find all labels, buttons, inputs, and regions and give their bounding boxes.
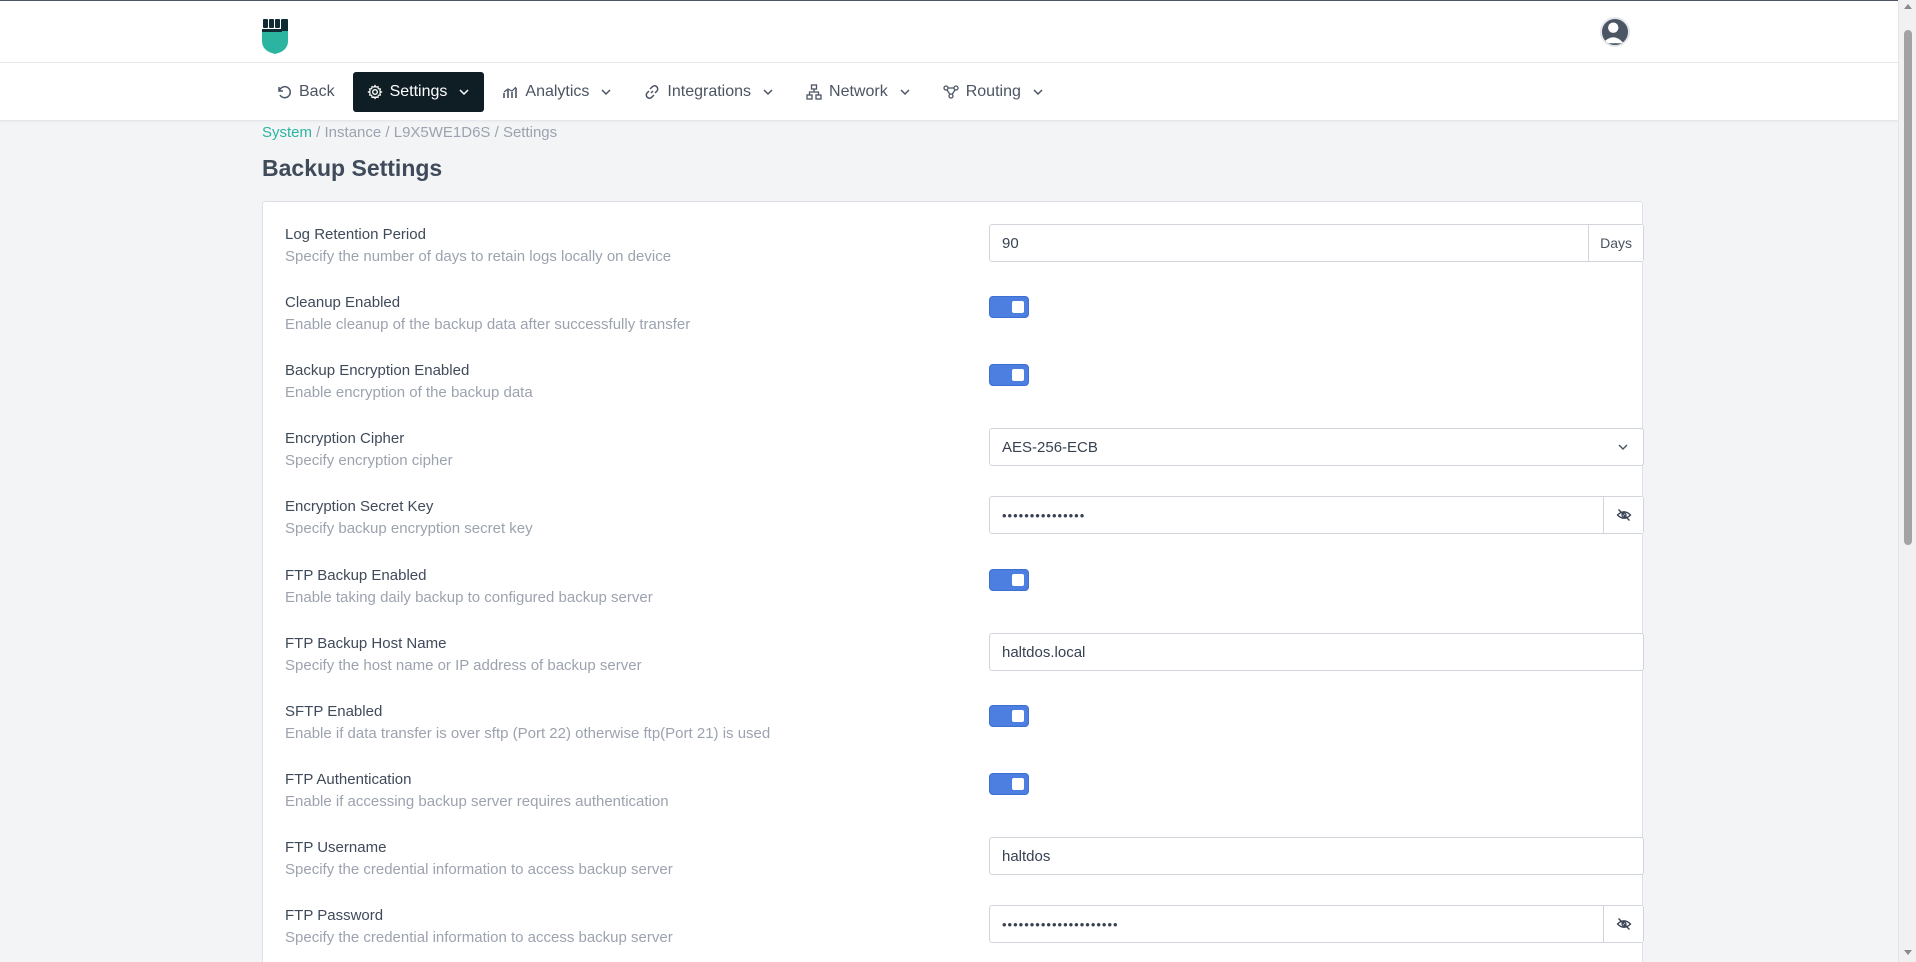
main-nav: Back Settings Analytics Integrations Net…	[0, 63, 1898, 121]
ftp-host-name-input[interactable]: haltdos.local	[989, 633, 1644, 671]
chevron-down-icon	[763, 89, 773, 96]
setting-description: Enable if accessing backup server requir…	[285, 793, 669, 810]
toggle-visibility-button[interactable]	[1603, 906, 1643, 942]
ftp-password-input[interactable]: •••••••••••••••••••••	[989, 905, 1644, 943]
ftp-username-value[interactable]: haltdos	[990, 838, 1643, 874]
setting-ftp-username: FTP Username Specify the credential info…	[285, 815, 1644, 883]
setting-description: Specify the credential information to ac…	[285, 929, 673, 946]
setting-label: FTP Backup Enabled	[285, 567, 427, 584]
setting-description: Enable cleanup of the backup data after …	[285, 316, 691, 333]
chevron-down-icon	[900, 89, 910, 96]
nav-analytics-label: Analytics	[525, 83, 590, 100]
breadcrumb-path: / Instance / L9X5WE1D6S / Settings	[312, 124, 558, 141]
setting-description: Enable taking daily backup to configured…	[285, 589, 653, 606]
sftp-enabled-toggle[interactable]	[989, 705, 1029, 727]
setting-ftp-host-name: FTP Backup Host Name Specify the host na…	[285, 611, 1644, 679]
setting-label: FTP Username	[285, 839, 387, 856]
user-avatar-icon[interactable]	[1600, 17, 1630, 47]
eye-slash-icon	[1616, 918, 1631, 930]
encryption-secret-key-value[interactable]: •••••••••••••••	[990, 497, 1603, 533]
ftp-username-input[interactable]: haltdos	[989, 837, 1644, 875]
chevron-down-icon	[459, 89, 469, 96]
setting-description: Specify backup encryption secret key	[285, 520, 533, 537]
setting-ftp-authentication: FTP Authentication Enable if accessing b…	[285, 747, 1625, 815]
setting-description: Enable encryption of the backup data	[285, 384, 533, 401]
page-scrollbar[interactable]	[1898, 0, 1916, 962]
setting-label: FTP Password	[285, 907, 384, 924]
log-retention-input[interactable]: 90 Days	[989, 224, 1644, 262]
setting-backup-encryption: Backup Encryption Enabled Enable encrypt…	[285, 338, 1625, 406]
scroll-up-arrow-icon[interactable]	[1904, 4, 1912, 9]
setting-description: Specify the credential information to ac…	[285, 861, 673, 878]
breadcrumb: System / Instance / L9X5WE1D6S / Setting…	[262, 124, 557, 141]
setting-label: Backup Encryption Enabled	[285, 362, 470, 379]
setting-label: Encryption Cipher	[285, 430, 405, 447]
undo-arrow-icon	[278, 85, 291, 99]
top-bar	[0, 0, 1898, 63]
nav-integrations[interactable]: Integrations	[630, 72, 788, 112]
ftp-password-value[interactable]: •••••••••••••••••••••	[990, 906, 1603, 942]
setting-description: Specify the host name or IP address of b…	[285, 657, 642, 674]
scroll-down-arrow-icon[interactable]	[1904, 950, 1912, 955]
setting-cleanup-enabled: Cleanup Enabled Enable cleanup of the ba…	[285, 270, 1625, 338]
setting-encryption-secret-key: Encryption Secret Key Specify backup enc…	[285, 474, 1644, 542]
nav-routing[interactable]: Routing	[929, 72, 1058, 112]
nav-network-label: Network	[829, 83, 888, 100]
setting-log-retention: Log Retention Period Specify the number …	[285, 202, 1644, 270]
chart-icon	[503, 86, 518, 98]
setting-label: SFTP Enabled	[285, 703, 383, 720]
chevron-down-icon	[601, 89, 611, 96]
scrollbar-thumb[interactable]	[1904, 30, 1912, 545]
back-button-label: Back	[299, 83, 335, 100]
ftp-host-name-value[interactable]: haltdos.local	[990, 634, 1643, 670]
gear-icon	[366, 84, 383, 100]
setting-ftp-backup-enabled: FTP Backup Enabled Enable taking daily b…	[285, 543, 1625, 611]
days-addon: Days	[1588, 225, 1643, 261]
setting-label: Log Retention Period	[285, 226, 426, 243]
nav-integrations-label: Integrations	[667, 83, 752, 100]
chevron-down-icon	[1603, 429, 1643, 465]
nav-routing-label: Routing	[965, 83, 1021, 100]
backup-encryption-toggle[interactable]	[989, 364, 1029, 386]
setting-description: Specify the number of days to retain log…	[285, 248, 672, 265]
nav-network[interactable]: Network	[792, 72, 925, 112]
nav-analytics[interactable]: Analytics	[488, 72, 626, 112]
setting-sftp-enabled: SFTP Enabled Enable if data transfer is …	[285, 679, 1625, 747]
setting-description: Specify encryption cipher	[285, 452, 453, 469]
nav-settings-label: Settings	[389, 83, 448, 100]
toggle-visibility-button[interactable]	[1603, 497, 1643, 533]
back-button[interactable]: Back	[262, 72, 349, 112]
page-title: Backup Settings	[262, 155, 443, 181]
breadcrumb-system-link[interactable]: System	[262, 124, 312, 141]
setting-label: FTP Backup Host Name	[285, 635, 447, 652]
nav-settings[interactable]: Settings	[352, 72, 485, 112]
brand-logo-icon[interactable]	[261, 19, 291, 55]
encryption-cipher-value: AES-256-ECB	[1002, 438, 1098, 456]
log-retention-value[interactable]: 90	[990, 225, 1588, 261]
chevron-down-icon	[1033, 89, 1043, 96]
setting-label: FTP Authentication	[285, 771, 412, 788]
encryption-secret-key-input[interactable]: •••••••••••••••	[989, 496, 1644, 534]
setting-description: Enable if data transfer is over sftp (Po…	[285, 725, 771, 742]
link-icon	[646, 85, 659, 99]
setting-encryption-cipher: Encryption Cipher Specify encryption cip…	[285, 406, 1644, 474]
encryption-cipher-select[interactable]: AES-256-ECB	[989, 428, 1644, 466]
setting-label: Encryption Secret Key	[285, 498, 434, 515]
setting-label: Cleanup Enabled	[285, 294, 401, 311]
routing-icon	[943, 85, 959, 99]
settings-card: Log Retention Period Specify the number …	[262, 201, 1644, 962]
network-icon	[806, 84, 822, 100]
eye-slash-icon	[1616, 509, 1631, 521]
ftp-backup-enabled-toggle[interactable]	[989, 569, 1029, 591]
ftp-authentication-toggle[interactable]	[989, 773, 1029, 795]
cleanup-enabled-toggle[interactable]	[989, 296, 1029, 318]
setting-ftp-password: FTP Password Specify the credential info…	[285, 883, 1644, 951]
